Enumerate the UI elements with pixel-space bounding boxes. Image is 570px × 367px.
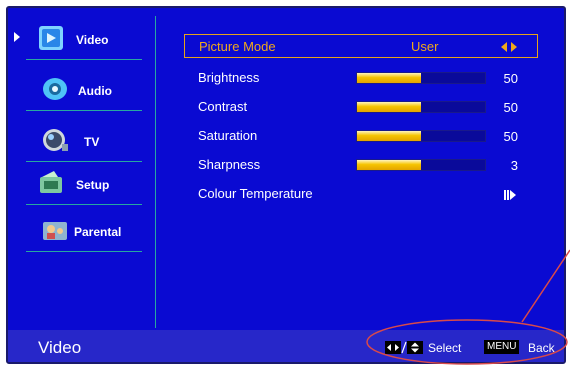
contrast-slider[interactable]: [356, 101, 486, 113]
sidebar-item-label: TV: [84, 135, 100, 149]
sidebar-divider: [155, 16, 156, 328]
picture-mode-row[interactable]: Picture Mode User: [184, 34, 538, 58]
contrast-value: 50: [503, 100, 518, 115]
sidebar-separator: [26, 251, 142, 252]
select-hint-label: Select: [428, 341, 462, 355]
colour-temperature-row[interactable]: Colour Temperature: [184, 182, 538, 206]
sidebar-item-audio[interactable]: Audio: [26, 71, 142, 111]
contrast-label: Contrast: [198, 99, 248, 114]
sidebar-item-label: Parental: [74, 225, 122, 239]
selection-pointer-icon: [14, 32, 20, 42]
sidebar: Video Audio TV Setup Parental: [8, 8, 154, 328]
sidebar-separator: [26, 59, 142, 60]
brightness-label: Brightness: [198, 70, 260, 85]
sidebar-item-parental[interactable]: Parental: [26, 212, 142, 252]
setup-icon: [40, 171, 62, 193]
sharpness-row[interactable]: Sharpness 3: [184, 153, 538, 177]
navigate-arrows-icon: [385, 341, 423, 354]
slider-fill: [357, 131, 421, 141]
saturation-label: Saturation: [198, 128, 258, 143]
video-icon: [39, 26, 63, 50]
parental-icon: [43, 222, 67, 240]
sidebar-item-label: Video: [76, 33, 109, 47]
sidebar-item-label: Audio: [78, 84, 112, 98]
colour-temperature-label: Colour Temperature: [198, 186, 313, 201]
tv-icon: [43, 129, 68, 151]
picture-mode-value: User: [411, 39, 439, 54]
brightness-slider[interactable]: [356, 72, 486, 84]
footer-bar: Video Select MENU Back: [8, 330, 564, 362]
footer-title: Video: [38, 338, 82, 357]
sidebar-separator: [26, 161, 142, 162]
sidebar-separator: [26, 204, 142, 205]
sidebar-item-tv[interactable]: TV: [26, 122, 142, 162]
brightness-row[interactable]: Brightness 50: [184, 66, 538, 90]
sidebar-item-setup[interactable]: Setup: [26, 165, 142, 205]
slider-fill: [357, 102, 421, 112]
saturation-value: 50: [503, 129, 518, 144]
saturation-slider[interactable]: [356, 130, 486, 142]
contrast-row[interactable]: Contrast 50: [184, 95, 538, 119]
picture-mode-label: Picture Mode: [199, 39, 276, 54]
brightness-value: 50: [503, 71, 518, 86]
sidebar-item-label: Setup: [76, 178, 110, 192]
menu-key: MENU: [484, 340, 520, 354]
tv-osd-menu: Video Audio TV Setup Parental Picture Mo…: [6, 6, 566, 364]
sharpness-label: Sharpness: [198, 157, 261, 172]
sharpness-value: 3: [510, 158, 518, 173]
back-hint-label: Back: [528, 341, 555, 355]
slider-fill: [357, 73, 421, 83]
audio-icon: [43, 78, 67, 100]
slider-fill: [357, 160, 421, 170]
left-right-arrows-icon[interactable]: [501, 42, 519, 52]
sidebar-item-video[interactable]: Video: [14, 20, 142, 60]
saturation-row[interactable]: Saturation 50: [184, 124, 538, 148]
sidebar-separator: [26, 110, 142, 111]
enter-submenu-icon[interactable]: [504, 190, 516, 200]
sharpness-slider[interactable]: [356, 159, 486, 171]
